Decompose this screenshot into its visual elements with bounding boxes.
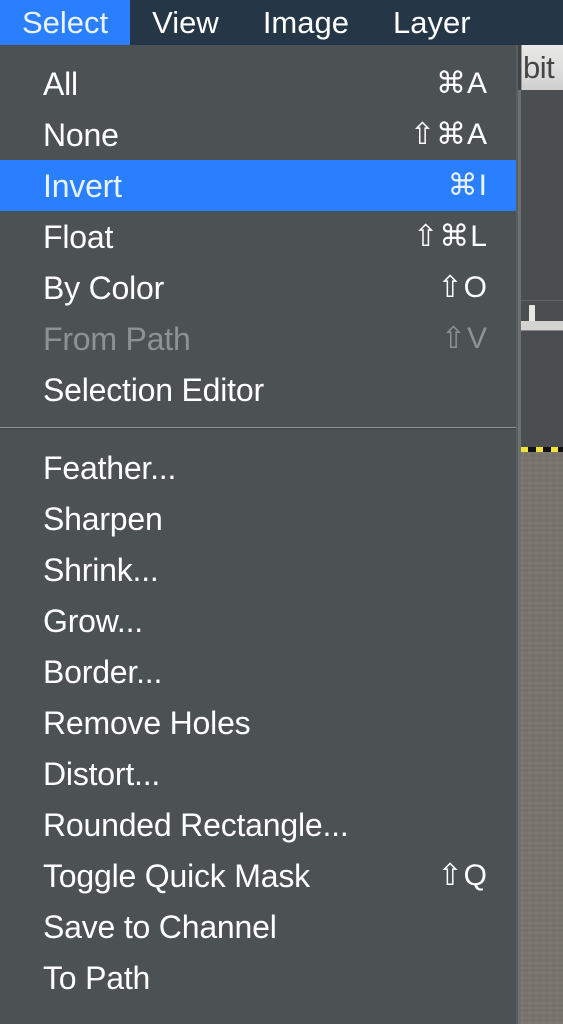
menu-item-border[interactable]: Border... [0, 646, 516, 697]
menubar-item-select[interactable]: Select [0, 0, 131, 45]
menubar-item-image[interactable]: Image [241, 0, 371, 45]
menu-item-distort-label: Distort... [43, 755, 161, 792]
menu-item-rounded-rectangle[interactable]: Rounded Rectangle... [0, 799, 516, 850]
menu-item-invert[interactable]: Invert ⌘I [0, 160, 516, 211]
menu-item-distort[interactable]: Distort... [0, 748, 516, 799]
menu-item-sharpen[interactable]: Sharpen [0, 493, 516, 544]
menu-item-toggle-quick-mask[interactable]: Toggle Quick Mask ⇧Q [0, 850, 516, 901]
menu-item-grow-label: Grow... [43, 602, 143, 639]
menu-item-save-to-channel-label: Save to Channel [43, 908, 277, 945]
menu-group-selection-modifiers: Feather... Sharpen Shrink... Grow... Bor… [0, 428, 516, 1003]
menu-item-by-color-shortcut: ⇧O [437, 270, 488, 304]
ruler-hairline [521, 300, 563, 301]
menu-item-remove-holes[interactable]: Remove Holes [0, 697, 516, 748]
menu-item-border-label: Border... [43, 653, 163, 690]
menu-item-by-color-label: By Color [43, 269, 165, 306]
menu-item-selection-editor[interactable]: Selection Editor [0, 364, 516, 415]
ruler-bar[interactable] [521, 321, 563, 330]
menu-item-toggle-quick-mask-shortcut: ⇧Q [437, 858, 488, 892]
menu-bar: Select View Image Layer [0, 0, 563, 45]
menu-item-float-shortcut: ⇧⌘L [413, 219, 488, 253]
menu-item-none-shortcut: ⇧⌘A [409, 117, 488, 151]
menu-item-remove-holes-label: Remove Holes [43, 704, 251, 741]
menubar-item-select-label: Select [22, 4, 109, 40]
menu-item-shrink-label: Shrink... [43, 551, 159, 588]
menu-item-rounded-rectangle-label: Rounded Rectangle... [43, 806, 349, 843]
menu-item-shrink[interactable]: Shrink... [0, 544, 516, 595]
menu-item-by-color[interactable]: By Color ⇧O [0, 262, 516, 313]
menu-group-selection-basics: All ⌘A None ⇧⌘A Invert ⌘I Float ⇧⌘L By C… [0, 45, 516, 415]
menu-item-invert-shortcut: ⌘I [447, 168, 488, 202]
menubar-item-layer[interactable]: Layer [371, 0, 493, 45]
menu-item-from-path-shortcut: ⇧V [440, 321, 488, 355]
menu-item-all-shortcut: ⌘A [435, 66, 488, 100]
menubar-item-view-label: View [152, 4, 219, 40]
menu-item-to-path[interactable]: To Path [0, 952, 516, 1003]
document-tab-label: bit [523, 50, 555, 85]
menu-item-grow[interactable]: Grow... [0, 595, 516, 646]
marching-ants-selection-border [521, 447, 563, 452]
menu-item-to-path-label: To Path [43, 959, 151, 996]
menubar-item-layer-label: Layer [392, 4, 471, 40]
document-tab[interactable]: bit [521, 45, 563, 90]
menu-item-feather-label: Feather... [43, 449, 177, 486]
select-dropdown-menu: All ⌘A None ⇧⌘A Invert ⌘I Float ⇧⌘L By C… [0, 45, 518, 1024]
menu-item-sharpen-label: Sharpen [43, 500, 163, 537]
menu-item-toggle-quick-mask-label: Toggle Quick Mask [43, 857, 310, 894]
menu-item-invert-label: Invert [43, 167, 122, 204]
menu-item-all-label: All [43, 65, 78, 102]
menu-item-from-path-label: From Path [43, 320, 191, 357]
menu-item-all[interactable]: All ⌘A [0, 58, 516, 109]
selected-region-texture [521, 452, 563, 1024]
menu-item-float-label: Float [43, 218, 114, 255]
menu-item-none[interactable]: None ⇧⌘A [0, 109, 516, 160]
menu-item-float[interactable]: Float ⇧⌘L [0, 211, 516, 262]
menubar-item-view[interactable]: View [130, 0, 241, 45]
menu-item-from-path: From Path ⇧V [0, 313, 516, 364]
menu-item-feather[interactable]: Feather... [0, 442, 516, 493]
menu-item-selection-editor-label: Selection Editor [43, 371, 264, 408]
menubar-item-image-label: Image [262, 4, 349, 40]
menu-item-none-label: None [43, 116, 119, 153]
menu-item-save-to-channel[interactable]: Save to Channel [0, 901, 516, 952]
